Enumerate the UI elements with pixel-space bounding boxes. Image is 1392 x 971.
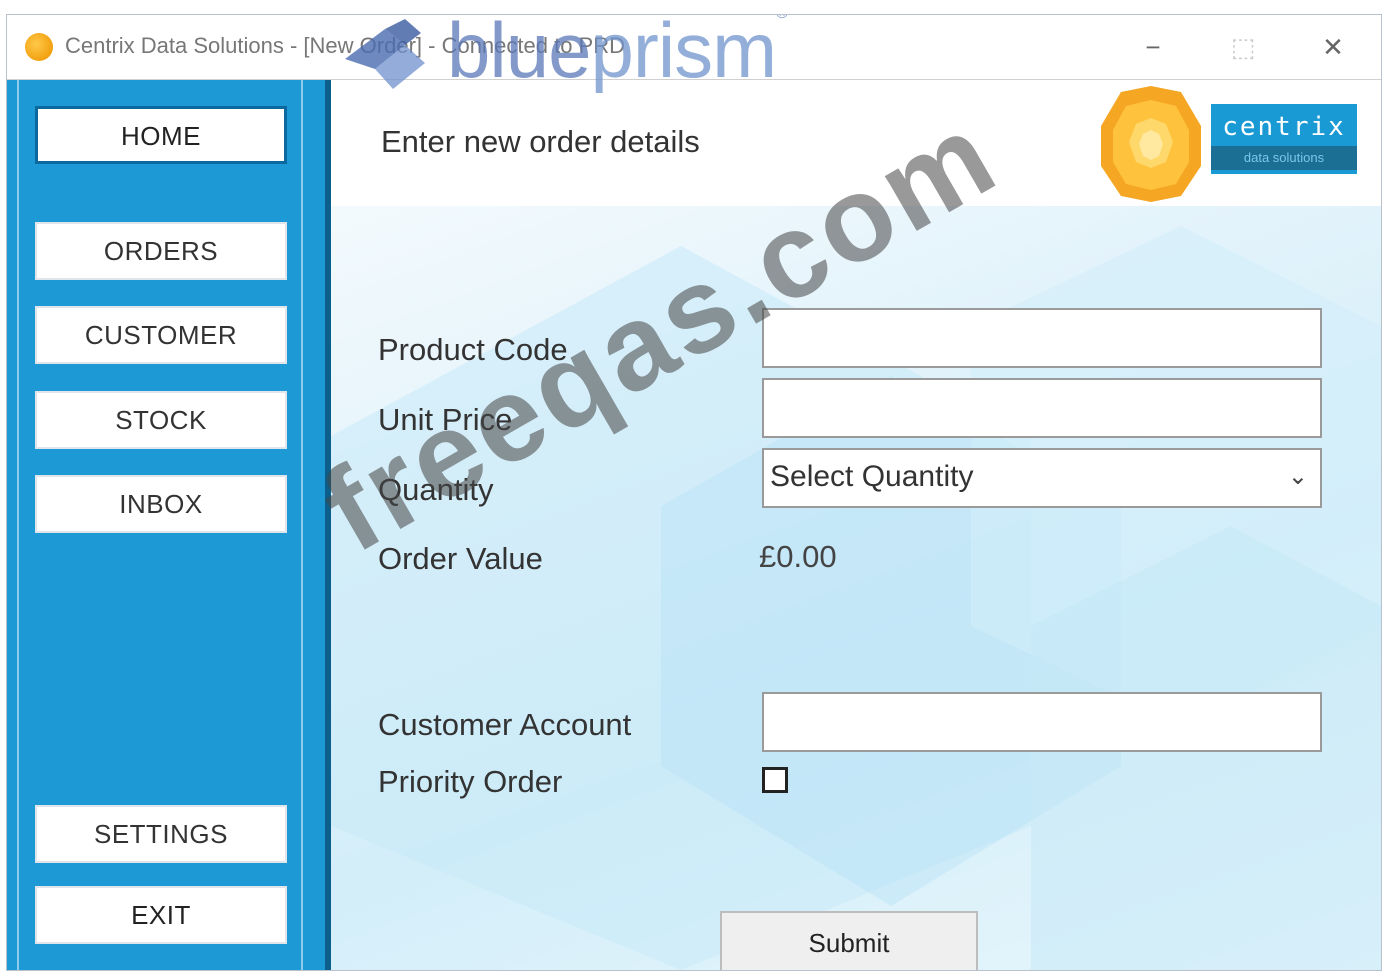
priority-order-checkbox[interactable] [762, 767, 788, 793]
nav-stock-button[interactable]: STOCK [35, 391, 287, 449]
nav-customer-button[interactable]: CUSTOMER [35, 306, 287, 364]
chevron-down-icon: ⌄ [1287, 463, 1308, 490]
sidebar-divider [301, 80, 303, 970]
quantity-label: Quantity [378, 472, 494, 507]
quantity-select-value: Select Quantity [770, 460, 974, 493]
maximize-button[interactable]: ⬚ [1213, 27, 1273, 67]
sidebar: HOME ORDERS CUSTOMER STOCK INBOX SETTING… [7, 80, 331, 970]
nav-orders-button[interactable]: ORDERS [35, 222, 287, 280]
quantity-select[interactable]: Select Quantity ⌄ [762, 448, 1322, 508]
logo-name: centrix [1222, 112, 1346, 142]
logo-wordmark: centrix data solutions [1211, 104, 1357, 174]
unit-price-label: Unit Price [378, 402, 513, 437]
trademark-symbol: ® [776, 15, 788, 22]
main-header: Enter new order details centrix data sol… [331, 80, 1381, 206]
order-value: £0.00 [759, 539, 837, 574]
hexagon-logo-icon [1101, 86, 1201, 202]
logo-tagline: data solutions [1211, 146, 1357, 170]
unit-price-input[interactable] [762, 378, 1322, 438]
minimize-button[interactable]: − [1123, 27, 1183, 67]
blueprism-watermark: blueprism® [337, 15, 837, 97]
submit-button[interactable]: Submit [720, 911, 978, 970]
app-window: Centrix Data Solutions - [New Order] - C… [6, 14, 1382, 971]
customer-account-input[interactable] [762, 692, 1322, 752]
centrix-logo: centrix data solutions [1091, 86, 1361, 202]
customer-account-label: Customer Account [378, 707, 632, 742]
order-form: Product Code Unit Price Quantity Select … [331, 206, 1381, 970]
brand-name-prism: prism [590, 14, 777, 94]
blueprism-logo-icon [345, 19, 425, 89]
page-title: Enter new order details [381, 124, 700, 159]
order-value-label: Order Value [378, 541, 543, 576]
priority-order-label: Priority Order [378, 764, 563, 799]
close-button[interactable]: ✕ [1303, 27, 1363, 67]
blueprism-wordmark: blueprism® [447, 14, 788, 96]
nav-settings-button[interactable]: SETTINGS [35, 805, 287, 863]
app-icon [25, 33, 53, 61]
sidebar-divider [17, 80, 19, 970]
product-code-label: Product Code [378, 332, 568, 367]
product-code-input[interactable] [762, 308, 1322, 368]
nav-home-button[interactable]: HOME [35, 106, 287, 164]
brand-name-blue: blue [447, 14, 591, 94]
nav-inbox-button[interactable]: INBOX [35, 475, 287, 533]
main-panel: Enter new order details centrix data sol… [331, 80, 1381, 970]
nav-exit-button[interactable]: EXIT [35, 886, 287, 944]
